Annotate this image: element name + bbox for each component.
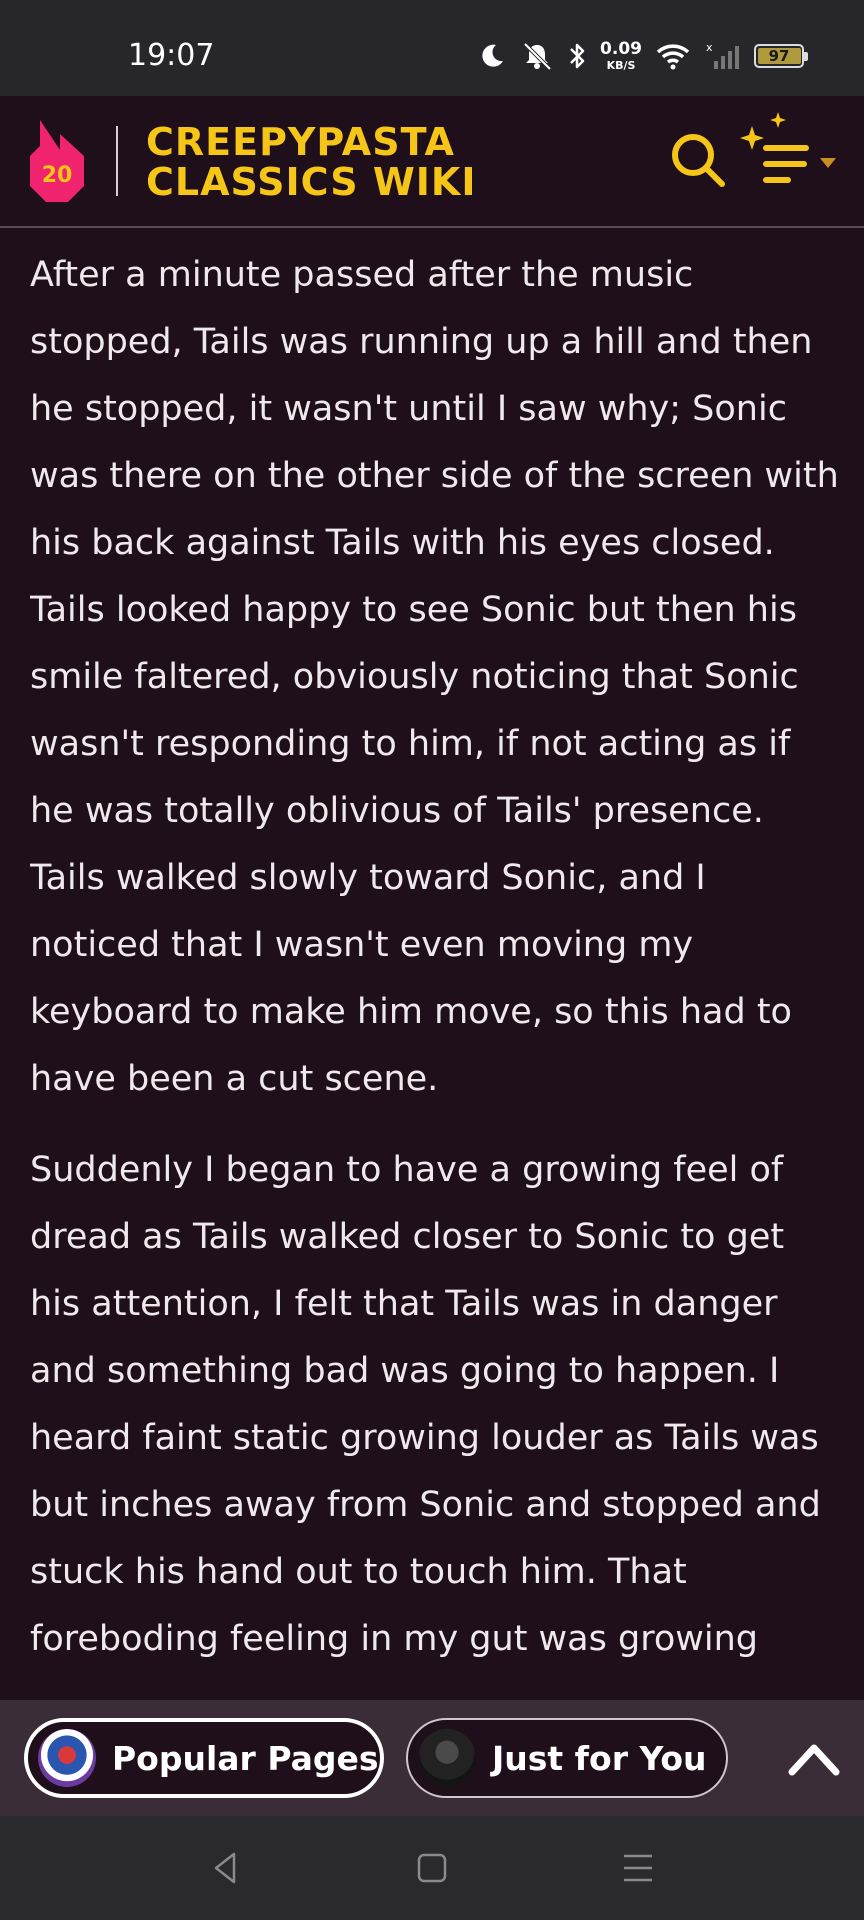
status-icons: 0.09 KB/S x 97 (478, 36, 808, 76)
wiki-title[interactable]: CREEPYPASTA CLASSICS WIKI (146, 122, 477, 202)
mute-bell-icon (523, 42, 552, 71)
just-for-you-button[interactable]: Just for You (406, 1718, 728, 1798)
wiki-title-line1: CREEPYPASTA (146, 120, 455, 164)
just-for-you-thumbnail (418, 1729, 476, 1787)
net-speed-unit: KB/S (606, 59, 636, 72)
cell-signal-icon: x (706, 41, 739, 69)
battery-icon: 97 (754, 44, 808, 68)
search-icon[interactable] (668, 130, 728, 190)
net-speed-value: 0.09 (600, 39, 642, 59)
just-for-you-label: Just for You (492, 1738, 707, 1778)
sparkle-menu-icon[interactable] (730, 110, 840, 200)
chevron-up-icon[interactable] (784, 1736, 844, 1780)
bluetooth-icon (570, 43, 585, 69)
logo-divider (116, 126, 118, 196)
wifi-icon (656, 44, 690, 70)
popular-pages-button[interactable]: Popular Pages (24, 1718, 384, 1798)
popular-pages-label: Popular Pages (112, 1738, 379, 1778)
caret-down-icon (820, 158, 836, 168)
recents-icon[interactable] (618, 1848, 658, 1888)
article-paragraph-1: After a minute passed after the music st… (30, 255, 839, 1099)
fandom-flame-icon[interactable]: 20 (26, 116, 88, 206)
popular-pages-thumbnail (38, 1729, 96, 1787)
article-paragraph-2: Suddenly I began to have a growing feel … (30, 1150, 821, 1659)
system-nav-bar (0, 1816, 864, 1920)
back-icon[interactable] (206, 1848, 246, 1888)
moon-icon (482, 44, 504, 67)
battery-level: 97 (768, 47, 790, 65)
wiki-header: 20 CREEPYPASTA CLASSICS WIKI (0, 96, 864, 228)
net-speed: 0.09 KB/S (600, 39, 642, 72)
status-time: 19:07 (128, 38, 215, 73)
status-bar: 19:07 0.09 KB/S x 97 (0, 0, 864, 96)
bottom-recommendation-bar: Popular Pages Just for You (0, 1700, 864, 1816)
wiki-title-line2: CLASSICS WIKI (146, 160, 477, 204)
logo-badge: 20 (42, 163, 73, 188)
article-body: After a minute passed after the music st… (30, 228, 840, 1698)
svg-text:x: x (706, 41, 713, 54)
home-icon[interactable] (412, 1848, 452, 1888)
